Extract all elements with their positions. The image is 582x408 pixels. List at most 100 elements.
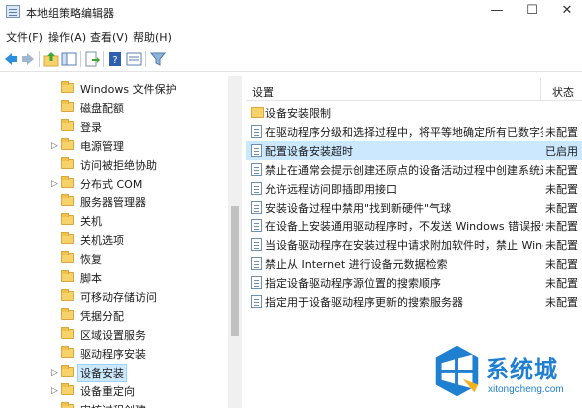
tree-item[interactable]: 关机选项	[0, 230, 228, 249]
tree-item[interactable]: ▷ 设备安装	[0, 363, 228, 382]
menu-action[interactable]: 操作(A)	[48, 29, 86, 45]
setting-name: 当设备驱动程序在安装过程中请求附加软件时，禁止 Wind...	[265, 239, 543, 253]
policy-row[interactable]: 禁止从 Internet 进行设备元数据检索 未配置	[246, 254, 582, 273]
policy-row[interactable]: 配置设备安装超时 已启用	[246, 140, 582, 160]
tree-item-label: 关机选项	[80, 234, 124, 248]
tree-item[interactable]: ▷ 分布式 COM	[0, 174, 228, 193]
menu-file[interactable]: 文件(F)	[6, 29, 43, 45]
folder-icon	[61, 251, 74, 264]
expand-arrow-icon[interactable]: ▷	[51, 368, 58, 378]
tree-item-label: 审核过程创建	[78, 402, 148, 408]
tree-item[interactable]: Windows 文件保护	[0, 79, 228, 98]
expand-arrow-icon[interactable]: ▷	[51, 179, 58, 189]
policy-row[interactable]: 禁止在通常会提示创建还原点的设备活动过程中创建系统还... 未配置	[246, 160, 582, 179]
policy-row[interactable]: 安装设备过程中禁用"找到新硬件"气球 未配置	[246, 198, 582, 217]
policy-setting-icon	[251, 124, 262, 138]
setting-state: 未配置	[545, 296, 578, 309]
svg-text:?: ?	[112, 55, 117, 66]
tree-item[interactable]: ▷ 设备重定向	[0, 381, 228, 400]
expand-arrow-icon[interactable]: ▷	[51, 141, 58, 151]
menu-bar: 文件(F) 操作(A) 查看(V) 帮助(H)	[0, 26, 582, 46]
setting-name: 禁止在通常会提示创建还原点的设备活动过程中创建系统还...	[265, 163, 543, 177]
policy-row[interactable]: 指定用于设备驱动程序更新的搜索服务器 未配置	[246, 292, 582, 311]
tree-item[interactable]: 审核过程创建	[0, 400, 228, 408]
tree-item[interactable]: 可移动存储访问	[0, 287, 228, 306]
column-header-setting[interactable]: 设置	[252, 84, 274, 100]
folder-icon	[61, 326, 74, 339]
setting-name: 设备安装限制	[265, 107, 331, 120]
tree-item-label: 服务器管理器	[80, 196, 146, 210]
tree-scrollbar[interactable]	[228, 76, 242, 408]
menu-view[interactable]: 查看(V)	[90, 29, 128, 45]
column-header-state[interactable]: 状态	[552, 84, 574, 100]
policy-row[interactable]: 当设备驱动程序在安装过程中请求附加软件时，禁止 Wind... 未配置	[246, 235, 582, 254]
xitongcheng-watermark: 系统城 xitongcheng.com	[426, 340, 582, 408]
policy-row[interactable]: 在设备上安装通用驱动程序时，不发送 Windows 错误报告 未配置	[246, 216, 582, 235]
folder-icon	[61, 118, 74, 131]
settings-folder-row[interactable]: 设备安装限制	[246, 103, 582, 122]
policy-row[interactable]: 允许远程访问即插即用接口 未配置	[246, 179, 582, 198]
tree-item[interactable]: 区域设置服务	[0, 325, 228, 344]
back-icon[interactable]	[3, 51, 19, 67]
watermark-site-url: xitongcheng.com	[488, 384, 564, 395]
tree-item[interactable]: 恢复	[0, 249, 228, 268]
tree-item-label: 登录	[80, 120, 102, 134]
folder-icon	[61, 194, 74, 207]
folder-icon	[61, 288, 74, 301]
tree-item-label: 设备安装	[77, 363, 127, 382]
tree-scrollbar-thumb[interactable]	[231, 206, 239, 336]
tree-item[interactable]: 访问被拒绝协助	[0, 155, 228, 174]
maximize-button[interactable]: ☐	[515, 0, 549, 22]
setting-name: 在驱动程序分级和选择过程中，将平等地确定所有已数字签...	[265, 125, 543, 139]
column-divider[interactable]	[540, 78, 541, 100]
setting-name: 配置设备安装超时	[265, 144, 353, 158]
tree-item[interactable]: 关机	[0, 211, 228, 230]
expand-arrow-icon[interactable]: ▷	[51, 386, 58, 396]
tree-item[interactable]: 凭据分配	[0, 306, 228, 325]
properties-icon[interactable]	[126, 51, 142, 67]
minimize-button[interactable]: —	[480, 0, 514, 22]
policy-setting-icon	[251, 143, 262, 157]
setting-name: 在设备上安装通用驱动程序时，不发送 Windows 错误报告	[265, 220, 543, 234]
menu-help[interactable]: 帮助(H)	[133, 29, 172, 45]
tree-item[interactable]: 服务器管理器	[0, 192, 228, 211]
setting-name: 指定设备驱动程序源位置的搜索顺序	[265, 277, 441, 291]
close-button[interactable]: ✕	[550, 0, 582, 22]
tree-item[interactable]: 磁盘配额	[0, 98, 228, 117]
tree-item[interactable]: 登录	[0, 117, 228, 136]
setting-state: 未配置	[545, 163, 578, 177]
tree-item[interactable]: ▷ 电源管理	[0, 136, 228, 155]
tree-item[interactable]: 脚本	[0, 268, 228, 287]
show-hide-tree-icon[interactable]	[61, 51, 77, 67]
folder-icon	[61, 402, 74, 408]
folder-icon	[61, 270, 74, 282]
setting-name: 禁止从 Internet 进行设备元数据检索	[265, 258, 448, 272]
policy-tree[interactable]: Windows 文件保护 磁盘配额登录 ▷ 电源管理 访问被拒绝协助 ▷ 分布式 COM 服务…	[0, 76, 242, 408]
setting-state: 未配置	[545, 220, 578, 234]
watermark-site-name: 系统城	[486, 357, 558, 383]
tree-item[interactable]: 驱动程序安装	[0, 344, 228, 363]
policy-row[interactable]: 指定设备驱动程序源位置的搜索顺序 未配置	[246, 273, 582, 292]
tree-item-label: 可移动存储访问	[80, 290, 157, 304]
export-list-icon[interactable]	[84, 51, 100, 67]
title-bar: 本地组策略编辑器 — ☐ ✕	[0, 0, 582, 24]
folder-icon	[61, 307, 74, 320]
xitongcheng-logo-icon	[435, 345, 479, 397]
folder-icon	[251, 107, 264, 118]
policy-setting-icon	[251, 276, 262, 290]
folder-icon	[61, 99, 74, 112]
tree-item-label: 关机	[80, 215, 102, 229]
tree-item-label: 驱动程序安装	[80, 347, 146, 361]
up-folder-icon[interactable]	[43, 51, 59, 67]
policy-setting-icon	[251, 181, 262, 195]
setting-state: 未配置	[545, 125, 578, 139]
setting-state: 未配置	[545, 258, 578, 272]
window-title: 本地组策略编辑器	[26, 7, 114, 20]
setting-state: 未配置	[545, 201, 578, 215]
filter-icon[interactable]	[150, 51, 166, 67]
help-icon[interactable]: ?	[107, 51, 123, 67]
tree-item-label: 区域设置服务	[80, 328, 146, 342]
policy-row[interactable]: 在驱动程序分级和选择过程中，将平等地确定所有已数字签... 未配置	[246, 122, 582, 141]
forward-icon[interactable]	[20, 51, 36, 67]
toolbar-separator	[39, 51, 40, 67]
